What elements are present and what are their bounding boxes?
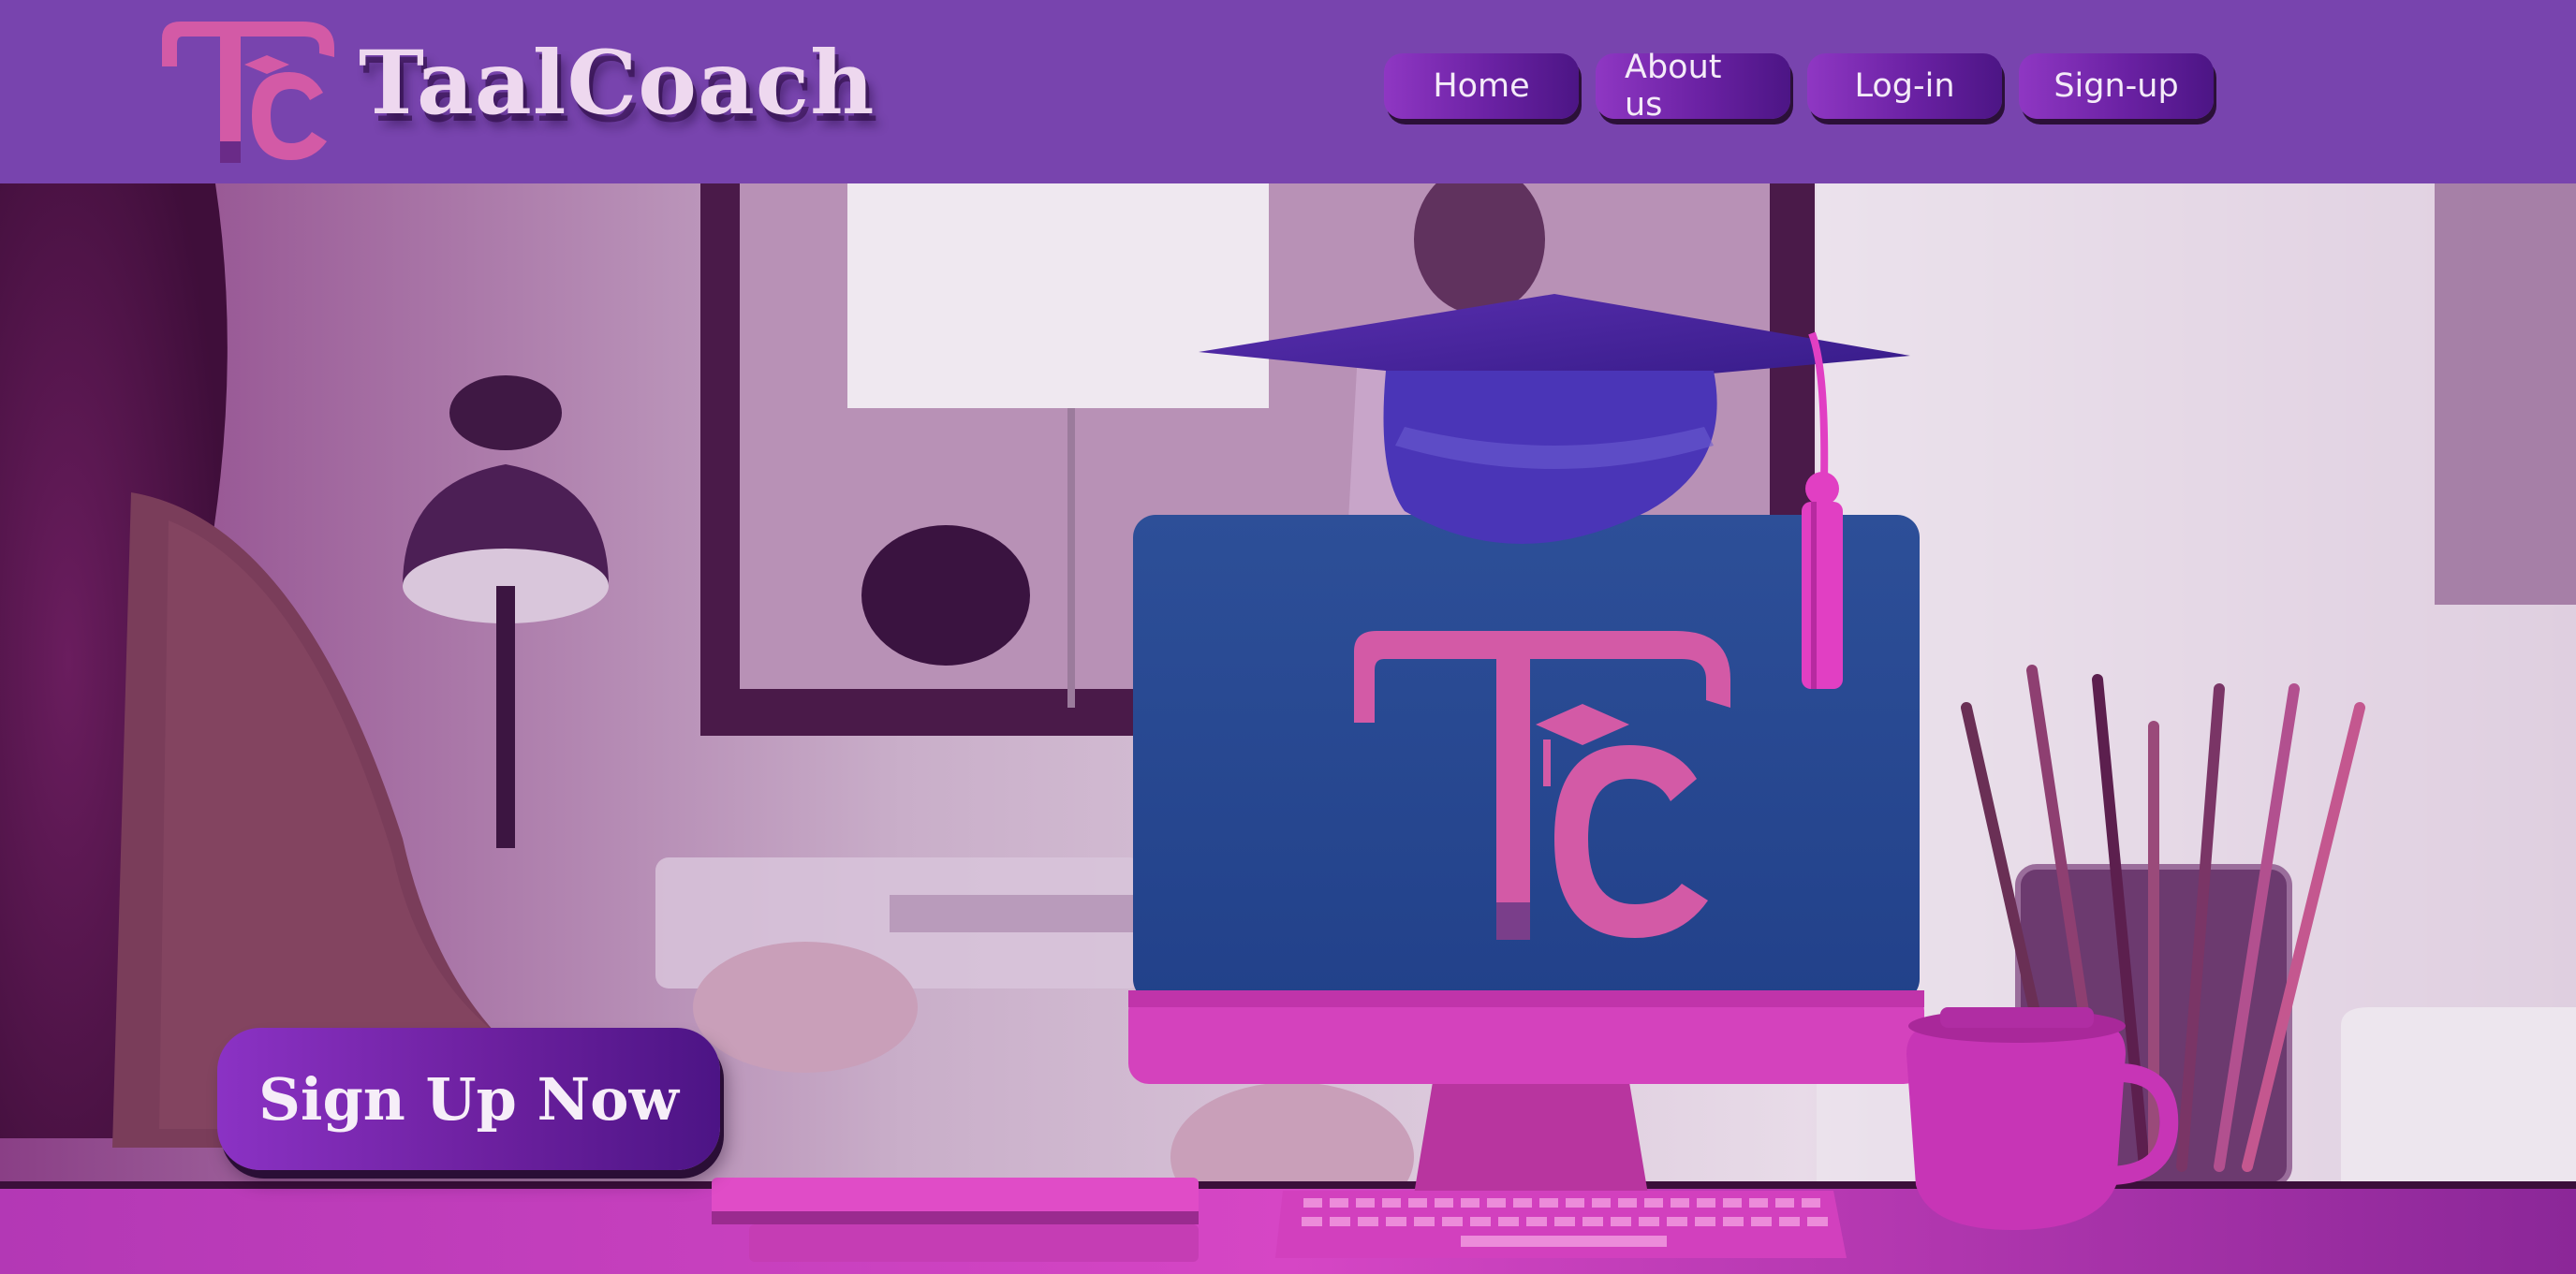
- sign-up-now-button[interactable]: Sign Up Now: [217, 1028, 720, 1170]
- brand[interactable]: TaalCoach: [155, 7, 875, 167]
- nav-about-button[interactable]: About us: [1596, 49, 1790, 124]
- nav-signup-button[interactable]: Sign-up: [2019, 53, 2214, 119]
- nav-home-button[interactable]: Home: [1384, 53, 1579, 119]
- tc-logo-icon: [162, 21, 334, 163]
- main-nav: Home About us Log-in Sign-up: [1384, 49, 2214, 124]
- site-header: TaalCoach Home About us Log-in Sign-up: [0, 0, 2576, 183]
- hero-section: Sign Up Now: [0, 183, 2576, 1274]
- nav-login-button[interactable]: Log-in: [1807, 53, 2002, 119]
- page: TaalCoach Home About us Log-in Sign-up S…: [0, 0, 2576, 1274]
- keyboard-icon: [1275, 1191, 1847, 1258]
- brand-name: TaalCoach: [359, 32, 876, 135]
